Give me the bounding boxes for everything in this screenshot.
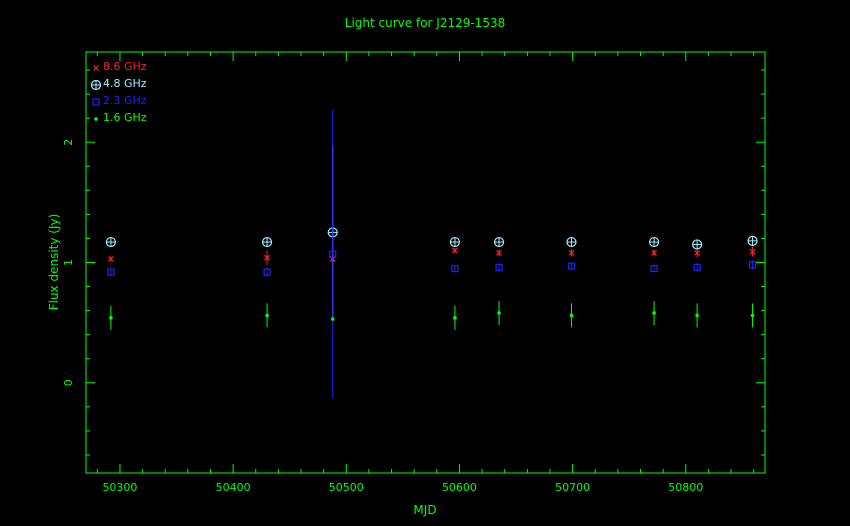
- data-point: [497, 311, 501, 315]
- data-point: [695, 313, 699, 318]
- legend-marker: [94, 117, 98, 121]
- x-tick-label: 50700: [555, 481, 590, 494]
- data-point: [449, 236, 461, 248]
- data-point: [493, 236, 505, 248]
- data-point: [453, 316, 457, 320]
- y-tick-label: 0: [62, 379, 75, 386]
- data-point: [652, 311, 656, 315]
- data-point: [747, 235, 758, 246]
- data-point: [569, 313, 574, 318]
- chart-title: Light curve for J2129-1538: [345, 16, 505, 30]
- x-tick-label: 50500: [329, 481, 364, 494]
- y-axis-label: Flux density (Jy): [47, 214, 61, 311]
- data-point: [109, 316, 113, 320]
- y-tick-label: 2: [62, 139, 75, 146]
- y-tick-label: 1: [62, 259, 75, 266]
- data-point: [691, 239, 703, 250]
- legend-marker: [90, 79, 102, 91]
- data-point: [566, 236, 577, 248]
- data-point: [648, 236, 660, 248]
- legend-label: 4.8 GHz: [103, 77, 147, 90]
- x-tick-label: 50800: [668, 481, 703, 494]
- legend-label: 8.6 GHz: [103, 60, 147, 73]
- x-tick-label: 50400: [216, 481, 251, 494]
- data-point: [261, 236, 273, 248]
- data-point: [750, 313, 755, 318]
- data-point: [330, 317, 335, 321]
- data-point: [265, 313, 269, 318]
- x-tick-label: 50300: [102, 481, 137, 494]
- data-point: [105, 236, 116, 248]
- legend-label: 2.3 GHz: [103, 94, 147, 107]
- light-curve-chart: Light curve for J2129-1538 MJD Flux dens…: [0, 0, 850, 526]
- x-tick-label: 50600: [442, 481, 477, 494]
- x-axis-label: MJD: [413, 503, 436, 517]
- legend-label: 1.6 GHz: [103, 111, 147, 124]
